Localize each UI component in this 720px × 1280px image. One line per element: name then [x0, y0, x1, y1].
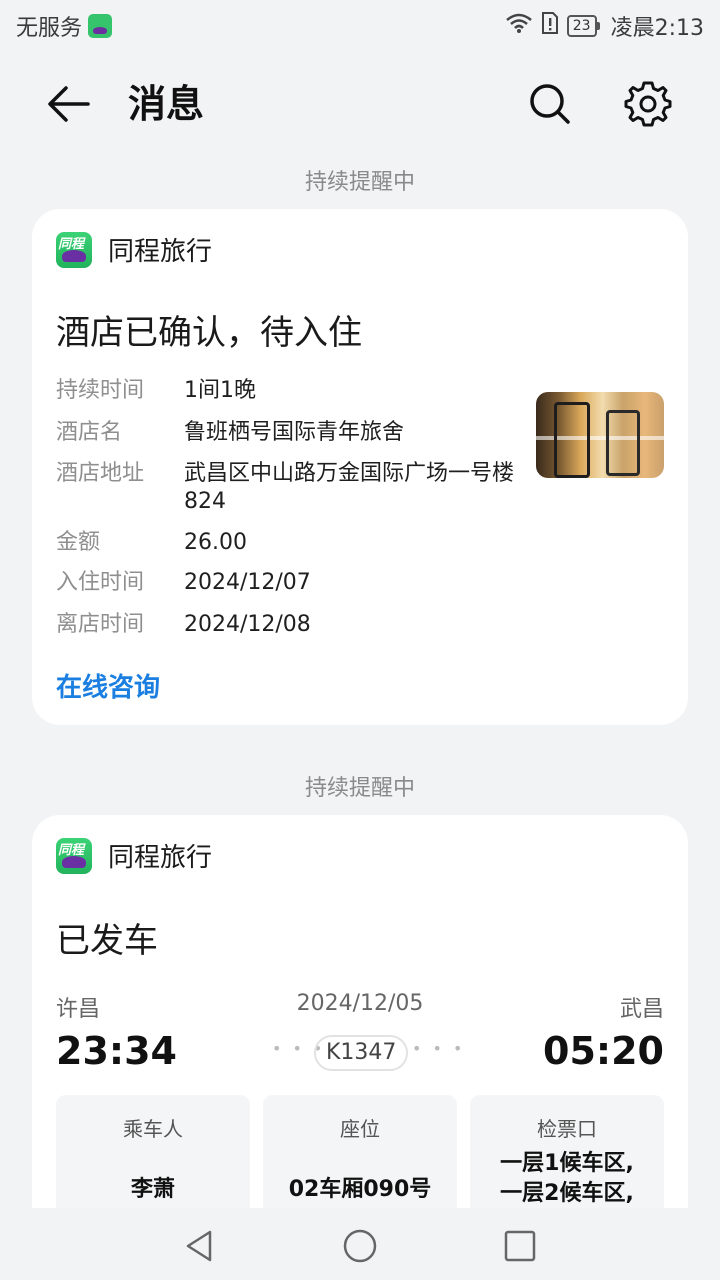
battery-icon: 23: [566, 15, 600, 37]
info-row-checkout: 离店时间 2024/12/08: [56, 612, 311, 637]
departure-time: 23:34: [56, 1029, 177, 1073]
tongcheng-app-icon: 同程: [56, 837, 92, 874]
square-recents-icon: [504, 1230, 536, 1262]
gear-icon: [624, 81, 672, 127]
sim-alert-icon: [541, 11, 559, 41]
section-label: 持续提醒中: [304, 776, 415, 801]
search-button[interactable]: [524, 78, 576, 130]
status-right: 23 凌晨2:13: [505, 10, 704, 42]
travel-date: 2024/12/05: [296, 991, 424, 1016]
train-notification-card[interactable]: 同程 同程旅行 已发车 许昌 2024/12/05 武昌 23:34 • • •…: [32, 815, 688, 1245]
card-header: 同程 同程旅行: [56, 231, 212, 268]
wifi-icon: [505, 12, 533, 40]
info-row-amount: 金额 26.00: [56, 530, 247, 555]
nav-home-button[interactable]: [340, 1226, 380, 1266]
card-title: 酒店已确认，待入住: [56, 313, 362, 353]
ticket-gate-tile: 检票口 一层1候车区, 一层2候车区,: [470, 1095, 664, 1215]
online-consult-link[interactable]: 在线咨询: [56, 667, 160, 704]
status-bar: 无服务 23 凌晨2:13: [0, 0, 720, 50]
tongcheng-app-icon: 同程: [56, 231, 92, 268]
circle-home-icon: [343, 1229, 377, 1263]
triangle-back-icon: [186, 1230, 212, 1262]
tongcheng-notification-icon: [88, 14, 113, 38]
hotel-notification-card[interactable]: 同程 同程旅行 酒店已确认，待入住 持续时间 1间1晚 酒店名 鲁班栖号国际青年…: [32, 209, 688, 725]
passenger-tile: 乘车人 李萧: [56, 1095, 250, 1215]
system-nav-bar: [0, 1208, 720, 1280]
card-header: 同程 同程旅行: [56, 837, 212, 874]
settings-button[interactable]: [622, 78, 674, 130]
search-icon: [530, 84, 570, 124]
app-bar: 消息: [0, 62, 720, 146]
seat-tile: 座位 02车厢090号: [263, 1095, 457, 1215]
clock: 凌晨2:13: [610, 16, 704, 41]
arrival-time: 05:20: [543, 1029, 664, 1073]
route-dots-right: • • •: [412, 1039, 466, 1058]
back-arrow-icon: [48, 86, 90, 122]
section-label: 持续提醒中: [304, 170, 415, 195]
info-row-duration: 持续时间 1间1晚: [56, 378, 256, 403]
hotel-room-photo: [536, 392, 664, 478]
info-row-checkin: 入住时间 2024/12/07: [56, 570, 311, 595]
card-title: 已发车: [56, 921, 158, 961]
arrival-station: 武昌: [619, 997, 664, 1022]
app-name: 同程旅行: [108, 237, 213, 267]
info-row-hotel-name: 酒店名 鲁班栖号国际青年旅舍: [56, 420, 405, 445]
back-button[interactable]: [44, 80, 100, 128]
train-number-badge: K1347: [314, 1035, 409, 1071]
status-left: 无服务: [16, 10, 113, 42]
info-row-hotel-address: 酒店地址 武昌区中山路万金国际广场一号楼824: [56, 461, 515, 514]
nav-recents-button[interactable]: [500, 1226, 540, 1266]
page-title: 消息: [128, 82, 205, 126]
carrier-label: 无服务: [16, 16, 83, 41]
nav-back-button[interactable]: [180, 1226, 220, 1266]
app-name: 同程旅行: [108, 843, 213, 873]
